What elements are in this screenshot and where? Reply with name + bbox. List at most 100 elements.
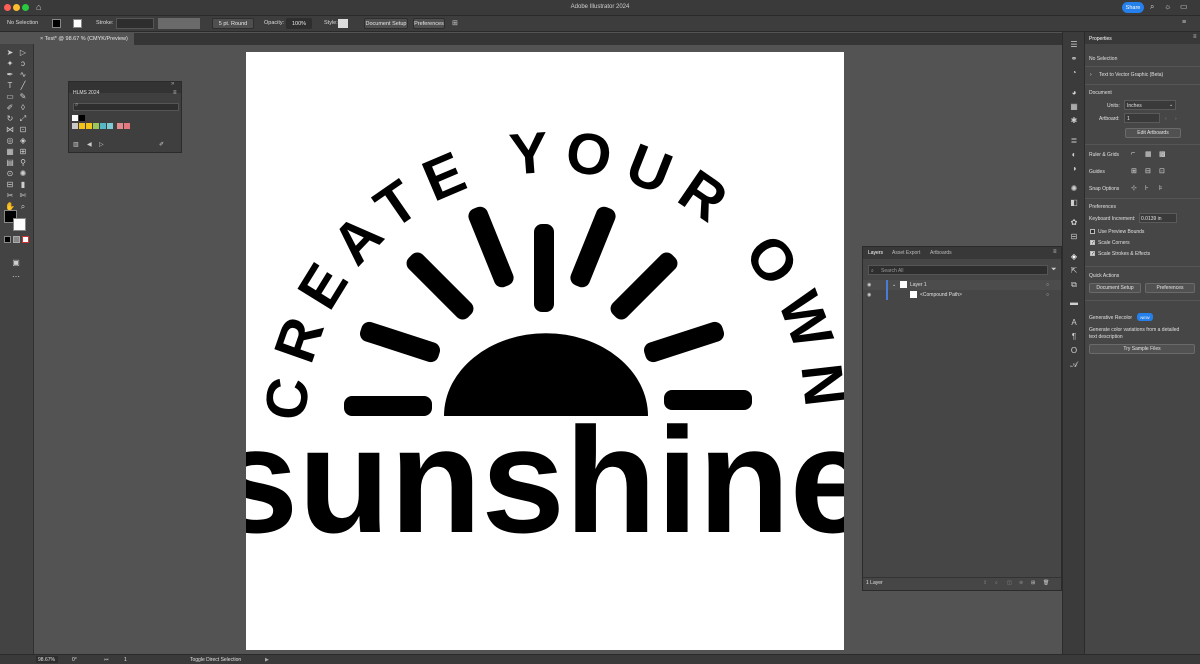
blend-tool-icon[interactable]: ⊙ [5,169,15,179]
tab-layers[interactable]: Layers [868,250,883,256]
rotation-value[interactable]: 0° [72,657,77,663]
pixel-grid-icon[interactable]: ▩ [1159,150,1166,158]
chevron-right-icon[interactable]: › [1090,72,1092,78]
rulers-icon[interactable]: ⌐ [1131,150,1135,157]
document-tab[interactable]: × Test* @ 98.67 % (CMYK/Preview) [34,33,134,45]
artboard-tool-icon[interactable]: ⊟ [5,180,15,190]
tab-artboards[interactable]: Artboards [930,250,952,256]
export-icon[interactable]: ⇪ [983,580,987,586]
line-tool-icon[interactable]: ╱ [18,81,28,91]
direct-selection-tool-icon[interactable]: ▷ [18,48,28,58]
swatch-search-input[interactable] [73,103,179,111]
properties-icon[interactable]: ☰ [1067,40,1081,50]
lock-guides-icon[interactable]: ⊟ [1145,167,1151,175]
use-preview-bounds-checkbox[interactable] [1090,229,1095,234]
previous-icon[interactable]: ◀ [87,141,92,148]
panel-menu-icon[interactable]: ≡ [173,90,177,96]
artboard-nav-value[interactable]: 1 [124,657,127,663]
panel-menu-icon[interactable]: ≡ [1053,249,1057,255]
brushes-icon[interactable]: ✱ [1067,116,1081,126]
play-icon[interactable]: ▶ [265,657,269,663]
live-paint-tool-icon[interactable]: ◈ [18,136,28,146]
comments-panel-icon[interactable]: ▬ [1067,298,1081,308]
change-screen-mode-icon[interactable]: ▣ [11,258,21,268]
comments-icon[interactable]: ◔ [1067,68,1081,78]
column-graph-tool-icon[interactable]: ▮ [18,180,28,190]
symbols-icon[interactable]: ✿ [1067,218,1081,228]
scale-corners-checkbox[interactable]: ✓ [1090,240,1095,246]
opacity-field[interactable]: 100% [286,18,312,29]
stroke-color-icon[interactable] [13,218,26,231]
swatch-group-folder[interactable] [72,123,78,129]
swatch-light-blue[interactable] [107,123,113,129]
zoom-tool-icon[interactable]: ⌕ [18,202,28,212]
locate-object-icon[interactable]: ⌕ [995,580,998,586]
next-artboard-icon[interactable]: › [1175,116,1177,122]
arrange-documents-icon[interactable]: ⊞ [452,19,458,27]
rotate-tool-icon[interactable]: ↻ [5,114,15,124]
visibility-eye-icon[interactable]: ◉ [867,292,871,298]
panel-menu-icon[interactable]: ≡ [1182,19,1186,26]
eyedropper-tool-icon[interactable]: ⚲ [18,158,28,168]
artboard[interactable]: CREATE YOUR OWN sunshine [215,52,873,650]
preferences-button[interactable]: Preferences [413,18,445,29]
target-icon[interactable]: ○ [1046,292,1049,298]
graphic-style-swatch[interactable] [338,19,348,28]
grid-icon[interactable]: ▦ [1145,150,1152,158]
scale-strokes-checkbox[interactable]: ✓ [1090,251,1095,257]
smart-guides-icon[interactable]: ⊡ [1159,167,1165,175]
artboards-icon[interactable]: ⧉ [1067,280,1081,290]
text-to-vector-link[interactable]: Text to Vector Graphic (Beta) [1099,72,1163,78]
swatch-libraries-icon[interactable]: ▥ [73,141,79,148]
appearance-icon[interactable]: ✺ [1067,184,1081,194]
document-setup-button[interactable]: Document Setup [1089,283,1141,293]
swatch-gold[interactable] [86,123,92,129]
curvature-tool-icon[interactable]: ∿ [18,70,28,80]
swatch-teal[interactable] [100,123,106,129]
fill-swatch[interactable] [52,19,61,28]
opentype-icon[interactable]: O [1067,346,1081,356]
layers-icon[interactable]: ◈ [1067,252,1081,262]
share-button[interactable]: Share [1122,2,1144,13]
perspective-grid-tool-icon[interactable]: ▦ [5,147,15,157]
pen-tool-icon[interactable]: ✒ [5,70,15,80]
clipping-mask-icon[interactable]: ◫ [1007,580,1012,586]
sublayer-name[interactable]: <Compound Path> [920,292,962,298]
target-icon[interactable]: ○ [1046,282,1049,288]
tab-asset-export[interactable]: Asset Export [892,250,920,256]
swatch-rose[interactable] [124,123,130,129]
edit-artboards-button[interactable]: Edit Artboards [1125,128,1181,138]
document-setup-button[interactable]: Document Setup [364,18,408,29]
mesh-tool-icon[interactable]: ⊞ [18,147,28,157]
rectangle-tool-icon[interactable]: ▭ [5,92,15,102]
layer-name[interactable]: Layer 1 [910,282,927,288]
stroke-weight-field[interactable] [116,18,154,29]
libraries-icon[interactable]: ⚭ [1067,54,1081,64]
paragraph-icon[interactable]: ¶ [1067,332,1081,342]
scale-tool-icon[interactable]: ⤢ [18,114,28,124]
width-tool-icon[interactable]: ⋈ [5,125,15,135]
slice-tool-icon[interactable]: ✂ [5,191,15,201]
lasso-tool-icon[interactable]: ↄ [18,59,28,69]
align-icon[interactable]: ⊟ [1067,232,1081,242]
swatch-black[interactable] [79,115,85,121]
visibility-eye-icon[interactable]: ◉ [867,282,871,288]
eraser-tool-icon[interactable]: ◊ [18,103,28,113]
gradient-mode-icon[interactable] [13,236,20,243]
swatch-pink[interactable] [117,123,123,129]
scissors-tool-icon[interactable]: ✄ [18,191,28,201]
first-artboard-icon[interactable]: ⏮ [104,657,109,663]
variable-width-profile[interactable] [158,18,200,29]
snap-to-point-icon[interactable]: ⊹ [1131,184,1137,192]
tab-properties[interactable]: Properties [1089,36,1112,42]
snap-to-pixel-icon[interactable]: ⊧ [1159,184,1163,192]
chevron-down-icon[interactable]: ⌄ [892,282,896,288]
delete-icon[interactable]: 🗑 [1043,580,1049,586]
free-transform-tool-icon[interactable]: ⊡ [18,125,28,135]
stroke-icon[interactable]: ≣ [1067,136,1081,146]
swatch-white[interactable] [72,115,78,121]
new-sublayer-icon[interactable]: ⊕ [1019,580,1023,586]
brush-definition[interactable]: 5 pt. Round [212,18,254,29]
shaper-tool-icon[interactable]: ✐ [5,103,15,113]
graphic-styles-icon[interactable]: ◧ [1067,198,1081,208]
